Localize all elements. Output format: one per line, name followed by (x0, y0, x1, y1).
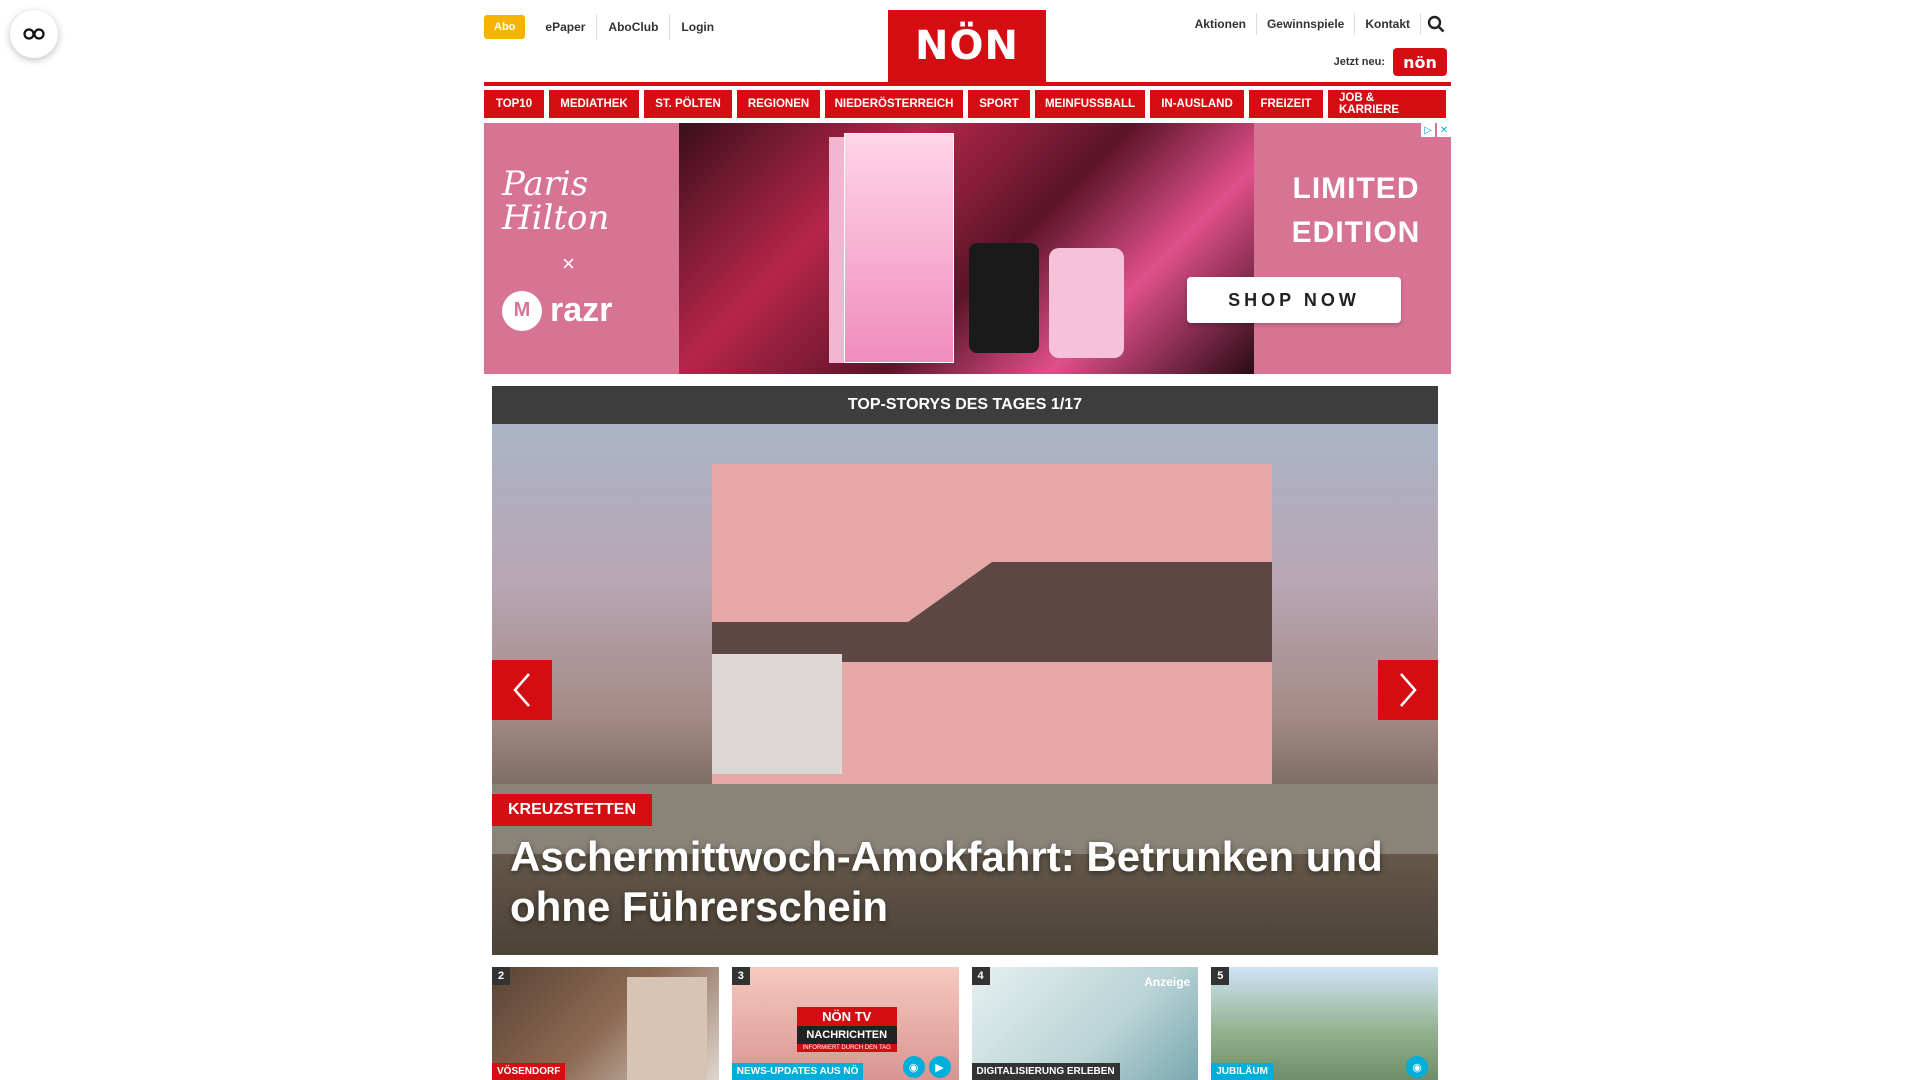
noen-tv-badge: NÖN TV NACHRICHTEN INFORMIERT DURCH DEN … (796, 1007, 897, 1052)
ad-phone (969, 243, 1039, 353)
noen-tv-logo-noen: NÖN (822, 1009, 852, 1024)
thumb-tag: JUBILÄUM (1211, 1063, 1273, 1080)
hero-image-roof (712, 562, 1272, 662)
carousel-next-button[interactable] (1378, 660, 1438, 720)
camera-icon: ◉ (1406, 1056, 1428, 1078)
hero-story[interactable]: KREUZSTETTEN Aschermittwoch-Amokfahrt: B… (492, 424, 1438, 955)
kontakt-link[interactable]: Kontakt (1355, 13, 1421, 35)
noen-tv-logo-tv: TV (854, 1009, 872, 1024)
ad-info-icon[interactable]: ▷ (1421, 123, 1435, 137)
carousel-prev-button[interactable] (492, 660, 552, 720)
nav-item-regionen[interactable]: REGIONEN (737, 90, 820, 118)
aboclub-link[interactable]: AboClub (596, 14, 669, 40)
ad-product-name: razr (550, 291, 613, 329)
advertisement-banner[interactable]: Paris Hilton × M razr LIMITED EDITION SH… (484, 123, 1451, 374)
hero-image-garage (712, 654, 842, 774)
ad-cross: × (562, 250, 575, 276)
main-container: Abo ePaper AboClub Login NÖN Aktionen Ge… (484, 0, 1451, 374)
ad-product: M razr (502, 290, 679, 331)
nav-item-niederoesterreich[interactable]: NIEDERÖSTERREICH (825, 90, 963, 118)
thumb-tag: DIGITALISIERUNG ERLEBEN (971, 1063, 1120, 1080)
noen-tv-nachrichten: NACHRICHTEN (796, 1026, 897, 1044)
ad-headline-line1: LIMITED (1292, 172, 1420, 205)
noen-tv-logo: NÖN TV (796, 1007, 897, 1026)
site-logo[interactable]: NÖN (888, 10, 1046, 82)
thumb-portrait (626, 977, 707, 1080)
nav-item-sport[interactable]: SPORT (968, 90, 1030, 118)
nav-item-job-karriere[interactable]: JOB & KARRIERE (1328, 90, 1446, 118)
nav-item-in-ausland[interactable]: IN-AUSLAND (1150, 90, 1244, 118)
noen-tv-subline: INFORMIERT DURCH DEN TAG (796, 1044, 897, 1052)
story-thumb-2[interactable]: 2 VÖSENDORF (492, 967, 719, 1080)
play-icon: ▶ (928, 1056, 951, 1078)
ad-cta-panel: LIMITED EDITION SHOP NOW (1187, 123, 1451, 374)
nav-item-meinfussball[interactable]: MEINFUSSBALL (1035, 90, 1145, 118)
page: Abo ePaper AboClub Login NÖN Aktionen Ge… (0, 0, 1920, 1080)
thumb-number: 5 (1211, 967, 1230, 985)
epaper-link[interactable]: ePaper (534, 14, 596, 40)
motorola-logo-icon: M (502, 290, 542, 331)
story-thumb-5[interactable]: 5 ◉ JUBILÄUM (1211, 967, 1438, 1080)
main-nav: TOP10 MEDIATHEK ST. PÖLTEN REGIONEN NIED… (484, 90, 1451, 118)
jetzt-neu[interactable]: Jetzt neu: nön (1334, 48, 1447, 76)
abo-button[interactable]: Abo (484, 15, 526, 39)
hero-kicker[interactable]: KREUZSTETTEN (492, 794, 652, 826)
story-thumbnails: 2 VÖSENDORF 3 NÖN TV NACHRICHTEN INFORMI… (492, 967, 1438, 1080)
login-link[interactable]: Login (669, 14, 725, 40)
top-stories: TOP-STORYS DES TAGES 1/17 KREUZSTETTEN A… (492, 386, 1438, 955)
thumb-number: 4 (971, 967, 990, 985)
story-thumb-4[interactable]: 4 Anzeige DIGITALISIERUNG ERLEBEN (971, 967, 1199, 1080)
thumb-tag: VÖSENDORF (492, 1063, 566, 1080)
chevron-left-icon (513, 673, 530, 707)
search-icon[interactable] (1421, 12, 1451, 36)
story-thumb-3[interactable]: 3 NÖN TV NACHRICHTEN INFORMIERT DURCH DE… (731, 967, 959, 1080)
glasses-icon (23, 28, 45, 40)
gewinnspiele-link[interactable]: Gewinnspiele (1257, 13, 1356, 35)
thumb-number: 2 (492, 967, 510, 985)
aktionen-link[interactable]: Aktionen (1185, 13, 1257, 35)
ad-close-icon[interactable]: ✕ (1437, 123, 1451, 137)
ad-box (844, 133, 954, 363)
chevron-right-icon (1400, 673, 1417, 707)
ad-brand-panel: Paris Hilton × M razr (484, 123, 679, 374)
ad-choices[interactable]: ▷ ✕ (1421, 123, 1451, 137)
ad-product-image (679, 123, 1254, 374)
nav-item-st-poelten[interactable]: ST. PÖLTEN (644, 90, 732, 118)
site-header: Abo ePaper AboClub Login NÖN Aktionen Ge… (484, 0, 1451, 86)
utility-nav-left: Abo ePaper AboClub Login (484, 14, 725, 40)
utility-nav-right: Aktionen Gewinnspiele Kontakt (1185, 12, 1451, 36)
jetzt-neu-label: Jetzt neu: (1333, 56, 1385, 68)
top-stories-heading: TOP-STORYS DES TAGES 1/17 (492, 386, 1438, 424)
ad-headline-line2: EDITION (1291, 216, 1421, 249)
thumb-number: 3 (731, 967, 750, 985)
ad-brand-signature: Paris Hilton (502, 163, 610, 238)
hero-image-house (712, 464, 1272, 794)
accessibility-button[interactable] (10, 10, 58, 58)
ad-headline: LIMITED EDITION (1286, 167, 1426, 255)
camera-icon: ◉ (902, 1056, 925, 1078)
ad-shop-now-button[interactable]: SHOP NOW (1187, 277, 1401, 323)
ad-phone-pink (1049, 248, 1124, 358)
nav-item-mediathek[interactable]: MEDIATHEK (549, 90, 639, 118)
thumb-anzeige-label: Anzeige (1144, 975, 1191, 989)
hero-headline[interactable]: Aschermittwoch-Amokfahrt: Betrunken und … (510, 832, 1420, 932)
thumb-tag: NEWS-UPDATES AUS NÖ (731, 1063, 864, 1080)
kleine-noen-logo[interactable]: nön (1393, 48, 1447, 76)
nav-item-freizeit[interactable]: FREIZEIT (1249, 90, 1323, 118)
nav-item-top10[interactable]: TOP10 (484, 90, 544, 118)
